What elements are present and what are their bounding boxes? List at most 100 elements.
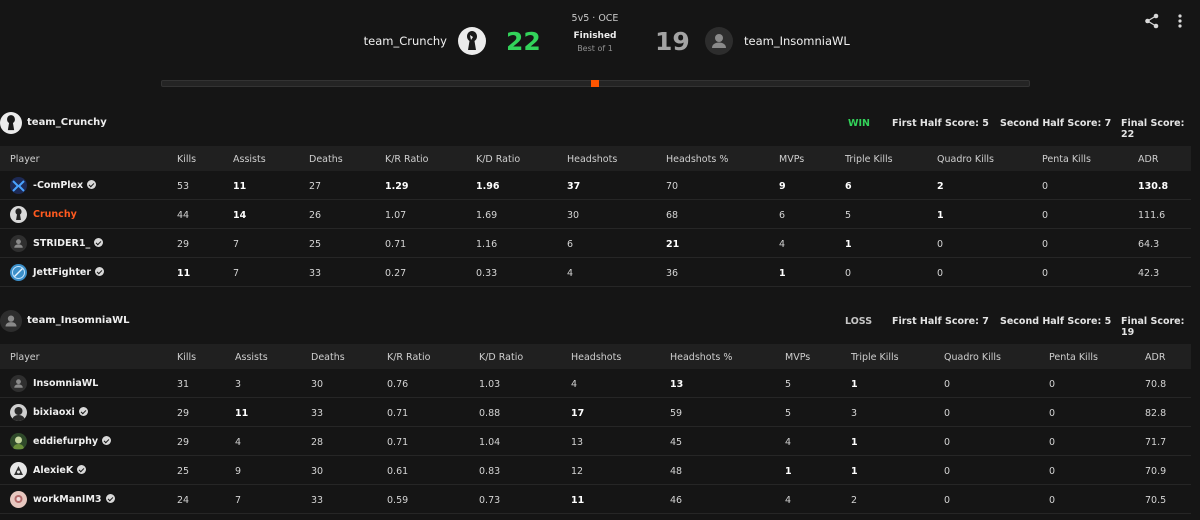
team-logo[interactable] (0, 112, 22, 134)
stat-kd-ratio: 1.03 (479, 379, 501, 390)
more-options-icon[interactable] (1173, 12, 1187, 30)
stat-penta-kills: 0 (1042, 239, 1049, 250)
column-header[interactable]: K/R Ratio (385, 154, 428, 165)
column-header[interactable]: Headshots % (666, 154, 728, 165)
column-header[interactable]: Triple Kills (851, 352, 899, 363)
column-header[interactable]: MVPs (785, 352, 810, 363)
stat-adr: 42.3 (1138, 268, 1160, 279)
player-avatar[interactable] (10, 177, 27, 194)
stat-mvps: 6 (779, 210, 786, 221)
column-header[interactable]: Headshots % (670, 352, 732, 363)
stat-mvps: 5 (785, 408, 792, 419)
column-header[interactable]: Quadro Kills (937, 154, 994, 165)
table-row[interactable]: -ComPlex 53 11 27 1.29 1.96 37 70 9 6 2 … (0, 171, 1191, 200)
column-header[interactable]: Kills (177, 352, 196, 363)
stat-headshots-pct: 70 (666, 181, 679, 192)
team-a-avatar[interactable] (458, 27, 486, 55)
column-header[interactable]: ADR (1138, 154, 1158, 165)
verified-icon (105, 494, 115, 503)
stats-table-header: Player Kills Assists Deaths K/R Ratio K/… (0, 344, 1191, 369)
stat-headshots-pct: 21 (666, 239, 680, 250)
column-header[interactable]: Penta Kills (1042, 154, 1091, 165)
stat-headshots-pct: 45 (670, 437, 683, 448)
player-avatar[interactable] (10, 404, 27, 421)
stat-triple-kills: 1 (845, 239, 852, 250)
player-name[interactable]: workManIM3 (33, 494, 115, 505)
table-row[interactable]: InsomniaWL 31 3 30 0.76 1.03 4 13 5 1 0 … (0, 369, 1191, 398)
column-header[interactable]: Headshots (571, 352, 621, 363)
crunchy-team-logo-icon (467, 31, 477, 50)
column-header[interactable]: Headshots (567, 154, 617, 165)
player-name[interactable]: InsomniaWL (33, 378, 98, 389)
stat-penta-kills: 0 (1049, 437, 1056, 448)
team-name[interactable]: team_InsomniaWL (27, 315, 130, 326)
stat-penta-kills: 0 (1042, 181, 1049, 192)
column-header[interactable]: Player (10, 154, 40, 165)
column-header[interactable]: K/R Ratio (387, 352, 430, 363)
best-of-label: Best of 1 (577, 44, 613, 53)
player-avatar[interactable] (10, 206, 27, 223)
table-row[interactable]: STRIDER1_ 29 7 25 0.71 1.16 6 21 4 1 0 0… (0, 229, 1191, 258)
table-row[interactable]: eddiefurphy 29 4 28 0.71 1.04 13 45 4 1 … (0, 427, 1191, 456)
table-row[interactable]: Crunchy 44 14 26 1.07 1.69 30 68 6 5 1 0… (0, 200, 1191, 229)
team-summary-bar: team_Crunchy WIN First Half Score: 5 Sec… (0, 112, 1200, 140)
player-avatar[interactable] (10, 235, 27, 252)
table-row[interactable]: AlexieK 25 9 30 0.61 0.83 12 48 1 1 0 0 … (0, 456, 1191, 485)
stat-kd-ratio: 1.04 (479, 437, 501, 448)
column-header[interactable]: Deaths (311, 352, 345, 363)
stat-headshots-pct: 59 (670, 408, 683, 419)
column-header[interactable]: K/D Ratio (479, 352, 523, 363)
first-half-score: First Half Score: 5 (892, 118, 989, 129)
column-header[interactable]: Player (10, 352, 40, 363)
match-status: Finished (573, 31, 617, 41)
column-header[interactable]: Assists (235, 352, 268, 363)
column-header[interactable]: Quadro Kills (944, 352, 1001, 363)
team-name[interactable]: team_Crunchy (27, 117, 107, 128)
table-row[interactable]: workManIM3 24 7 33 0.59 0.73 11 46 4 2 0… (0, 485, 1191, 514)
default-user-icon (5, 315, 17, 327)
stat-deaths: 25 (309, 239, 322, 250)
team-b-avatar[interactable] (705, 27, 733, 55)
column-header[interactable]: Deaths (309, 154, 343, 165)
player-name[interactable]: -ComPlex (33, 180, 97, 191)
stat-kr-ratio: 0.76 (387, 379, 409, 390)
player-name[interactable]: bixiaoxi (33, 407, 88, 418)
column-header[interactable]: ADR (1145, 352, 1165, 363)
player-name[interactable]: eddiefurphy (33, 436, 112, 447)
stat-headshots: 13 (571, 437, 584, 448)
player-avatar[interactable] (10, 433, 27, 450)
column-header[interactable]: Kills (177, 154, 196, 165)
column-header[interactable]: Assists (233, 154, 266, 165)
team-a-name[interactable]: team_Crunchy (364, 34, 447, 48)
stat-mvps: 4 (785, 437, 792, 448)
bixiaoxi-avatar-icon (12, 407, 25, 421)
stat-assists: 4 (235, 437, 242, 448)
team-b-name[interactable]: team_InsomniaWL (744, 34, 850, 48)
player-name[interactable]: STRIDER1_ (33, 238, 104, 249)
table-row[interactable]: bixiaoxi 29 11 33 0.71 0.88 17 59 5 3 0 … (0, 398, 1191, 427)
match-timeline-marker[interactable] (591, 80, 599, 87)
complex-logo-icon (12, 180, 25, 192)
alexie-avatar-icon (14, 466, 23, 475)
column-header[interactable]: Penta Kills (1049, 352, 1098, 363)
player-avatar[interactable] (10, 491, 27, 508)
share-icon[interactable] (1143, 12, 1161, 30)
column-header[interactable]: K/D Ratio (476, 154, 520, 165)
stat-adr: 111.6 (1138, 210, 1166, 221)
player-name[interactable]: Crunchy (33, 209, 77, 220)
stat-assists: 3 (235, 379, 242, 390)
player-name[interactable]: AlexieK (33, 465, 87, 476)
stat-adr: 64.3 (1138, 239, 1160, 250)
player-avatar[interactable] (10, 375, 27, 392)
player-name[interactable]: JettFighter (33, 267, 105, 278)
crunchy-team-logo-icon (7, 115, 15, 131)
player-avatar[interactable] (10, 264, 27, 281)
table-row[interactable]: JettFighter 11 7 33 0.27 0.33 4 36 1 0 0… (0, 258, 1191, 287)
player-avatar[interactable] (10, 462, 27, 479)
stat-assists: 9 (235, 466, 242, 477)
stat-headshots: 11 (571, 495, 585, 506)
column-header[interactable]: MVPs (779, 154, 804, 165)
stat-kd-ratio: 0.33 (476, 268, 498, 279)
column-header[interactable]: Triple Kills (845, 154, 893, 165)
team-logo[interactable] (0, 310, 22, 332)
